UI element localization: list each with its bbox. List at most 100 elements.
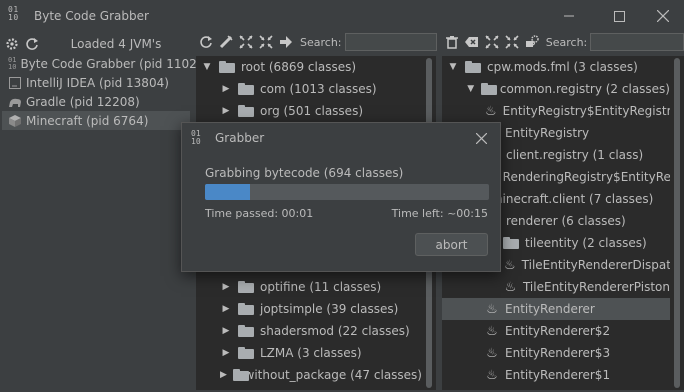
refresh-icon [26, 38, 38, 50]
tree-node[interactable]: ▶ optifine (11 classes) [196, 276, 422, 298]
collapsed-arrow-icon[interactable]: ▶ [220, 83, 232, 95]
expand-all-right-button[interactable] [482, 32, 502, 52]
jvm-status: Loaded 4 JVM's [70, 37, 162, 51]
tree-node[interactable]: ♨ EntityRegistry$EntityRegistration [442, 100, 670, 122]
java-class-icon: ♨ [486, 323, 498, 339]
tree-node[interactable]: ♨ EntityRenderer$2 [442, 320, 670, 342]
collapsed-arrow-icon[interactable]: ▶ [220, 105, 232, 117]
jvm-item[interactable]: 01 10 Byte Code Grabber (pid 11020) [2, 54, 209, 73]
collapsed-arrow-icon[interactable]: ▶ [220, 369, 227, 381]
tree-node[interactable]: ▶ joptsimple (39 classes) [196, 298, 422, 320]
folder-icon [219, 61, 235, 73]
class-search-input[interactable] [344, 33, 437, 51]
collapsed-arrow-icon[interactable]: ▶ [220, 303, 232, 315]
jvm-item[interactable]: IntelliJ IDEA (pid 13804) [2, 73, 190, 92]
dialog-title: Grabber [215, 131, 265, 145]
backspace-icon [464, 37, 478, 47]
folder-icon [238, 105, 254, 117]
collapsed-arrow-icon[interactable]: ▶ [220, 281, 232, 293]
minimize-button[interactable] [546, 0, 592, 32]
maximize-button[interactable] [596, 0, 642, 32]
expanded-arrow-icon[interactable]: ▼ [447, 61, 459, 73]
folder-icon [238, 83, 254, 95]
expanded-arrow-icon[interactable]: ▼ [466, 83, 475, 95]
tree-node-label: tileentity (2 classes) [525, 236, 647, 250]
tree-node[interactable]: ♨ EntityRenderer$1 [442, 364, 670, 386]
jvm-item-label: IntelliJ IDEA (pid 13804) [26, 75, 169, 90]
dialog-icon-line-2: 10 [191, 137, 201, 146]
tree-node[interactable]: ♨ EntityRenderer$3 [442, 342, 670, 364]
jvm-item-label: Gradle (pid 12208) [26, 94, 140, 109]
expanded-arrow-icon[interactable]: ▼ [201, 61, 213, 73]
tree-node[interactable]: ▶ shadersmod (22 classes) [196, 320, 422, 342]
jvm-item-selected[interactable]: Minecraft (pid 6764) [2, 111, 190, 130]
tree-node-selected[interactable]: ♨ EntityRenderer [442, 298, 670, 320]
tree-node-label: EntityRegistry$EntityRegistration [502, 104, 670, 118]
tree-node-label: EntityRenderer$3 [505, 346, 611, 360]
tree-node-label: EntityRegistry [505, 126, 590, 140]
dialog-close-button[interactable] [470, 127, 492, 149]
class-toolbar: Search: [196, 31, 438, 53]
close-icon [475, 132, 487, 144]
search-label: Search: [300, 35, 342, 49]
app-icon-line-2: 10 [8, 13, 19, 22]
close-button[interactable] [640, 0, 684, 32]
expand-icon [239, 35, 253, 49]
expand-all-button[interactable] [236, 32, 256, 52]
maximize-icon [613, 10, 625, 22]
selected-tree-scrollbar[interactable] [670, 56, 684, 390]
selection-search-input[interactable] [590, 33, 684, 51]
refresh-button[interactable] [196, 32, 216, 52]
collapse-icon [259, 35, 273, 49]
title-bar: 01 10 Byte Code Grabber [0, 0, 684, 32]
grabber-dialog: 01 10 Grabber Grabbing bytecode (694 cla… [181, 122, 501, 272]
jvm-item[interactable]: Gradle (pid 12208) [2, 92, 190, 111]
scroll-thumb[interactable] [674, 58, 680, 388]
collapse-all-right-button[interactable] [502, 32, 522, 52]
tree-node[interactable]: ▶ org (501 classes) [196, 100, 422, 122]
collapsed-arrow-icon[interactable]: ▶ [220, 347, 232, 359]
tree-node-label: joptsimple (39 classes) [260, 302, 399, 316]
jvm-refresh-button[interactable] [22, 34, 42, 54]
app-binary-icon: 01 10 [8, 6, 26, 22]
tree-node-label: cpw.mods.fml (3 classes) [487, 60, 638, 74]
progress-fill [205, 184, 251, 200]
trash-icon [445, 36, 458, 49]
syringe-icon [219, 35, 233, 49]
tree-node-label: TileEntityRendererDispatcher [521, 258, 670, 272]
jvm-toolbar: Loaded 4 JVM's [2, 33, 190, 55]
tree-node-label: EntityRenderer [505, 302, 595, 316]
tree-node-label: RenderingRegistry$EntityRendererInfo [502, 170, 670, 184]
folder-icon [238, 303, 254, 315]
expand-icon [485, 35, 499, 49]
delete-button[interactable] [442, 32, 462, 52]
tree-node[interactable]: ▶ without_package (47 classes) [196, 364, 422, 386]
dialog-binary-icon: 01 10 [191, 130, 201, 146]
tree-node[interactable]: ♨ TileEntityRendererPiston [442, 276, 670, 298]
minecraft-icon [8, 114, 22, 128]
abort-button[interactable]: abort [415, 233, 488, 256]
tree-node[interactable]: ▶ com (1013 classes) [196, 78, 422, 100]
java-class-icon: ♨ [486, 301, 498, 317]
tree-node-label: root (6869 classes) [241, 60, 357, 74]
java-class-icon: ♨ [486, 367, 498, 383]
folder-icon [465, 61, 481, 73]
transfer-button[interactable] [276, 32, 296, 52]
tree-node-label: .minecraft.client (7 classes) [487, 192, 654, 206]
tree-node[interactable]: ▼ cpw.mods.fml (3 classes) [442, 56, 670, 78]
minimize-icon [564, 15, 574, 17]
tree-node[interactable]: ▼ common.registry (2 classes) [442, 78, 670, 100]
folder-icon [238, 281, 254, 293]
decompile-button[interactable] [522, 32, 542, 52]
tree-node[interactable]: ▼ root (6869 classes) [196, 56, 422, 78]
inject-button[interactable] [216, 32, 236, 52]
tree-node-label: optifine (11 classes) [260, 280, 382, 294]
tree-node[interactable]: ▶ LZMA (3 classes) [196, 342, 422, 364]
collapsed-arrow-icon[interactable]: ▶ [220, 325, 232, 337]
remove-button[interactable] [462, 32, 482, 52]
selection-toolbar: Search: [442, 31, 684, 53]
collapse-all-button[interactable] [256, 32, 276, 52]
jvm-settings-button[interactable] [2, 34, 22, 54]
tree-node-label: EntityRenderer$1 [505, 368, 611, 382]
gear-icon [6, 38, 18, 50]
